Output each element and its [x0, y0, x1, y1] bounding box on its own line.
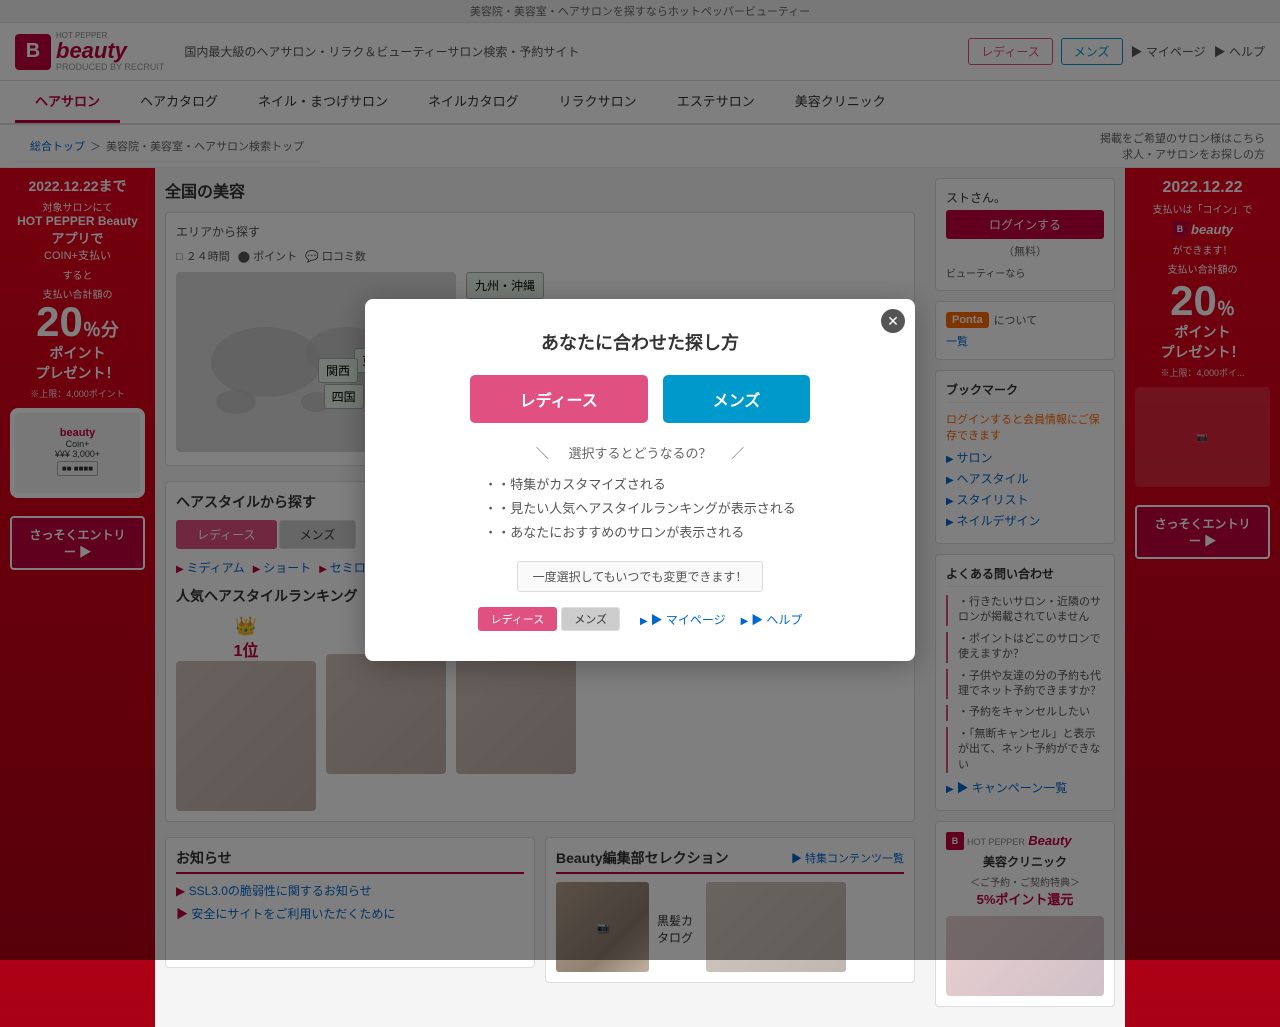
modal-buttons: レディース メンズ — [395, 375, 885, 423]
modal-footer: レディース メンズ ▶ マイページ ▶ ヘルプ — [395, 607, 885, 631]
footer-tab-ladies[interactable]: レディース — [478, 607, 558, 631]
modal-ladies-button[interactable]: レディース — [470, 375, 648, 423]
select-main: 選択するとどうなるの？ — [568, 446, 711, 461]
select-pre: ＼ — [536, 446, 549, 461]
footer-help-link[interactable]: ▶ ヘルプ — [741, 611, 803, 628]
modal-feature-1: ・特集がカスタマイズされる — [484, 474, 796, 493]
modal-mens-button[interactable]: メンズ — [663, 375, 811, 423]
modal-footer-tabs: レディース メンズ — [478, 607, 620, 631]
select-post: ／ — [731, 446, 744, 461]
modal-select-description: ＼ 選択するとどうなるの？ ／ — [395, 443, 885, 462]
footer-mypage-link[interactable]: ▶ マイページ — [640, 611, 726, 628]
modal-feature-2: ・見たい人気ヘアスタイルランキングが表示される — [484, 498, 796, 517]
gender-selection-modal: ✕ あなたに合わせた探し方 レディース メンズ ＼ 選択するとどうなるの？ ／ … — [365, 299, 915, 661]
modal-close-button[interactable]: ✕ — [881, 309, 905, 333]
modal-info-box: 一度選択してもいつでも変更できます！ — [517, 561, 764, 592]
modal-feature-3: ・あなたにおすすめのサロンが表示される — [484, 522, 796, 541]
modal-footer-links: ▶ マイページ ▶ ヘルプ — [640, 611, 802, 628]
modal-overlay[interactable]: ✕ あなたに合わせた探し方 レディース メンズ ＼ 選択するとどうなるの？ ／ … — [0, 0, 1280, 960]
modal-features-list: ・特集がカスタマイズされる ・見たい人気ヘアスタイルランキングが表示される ・あ… — [484, 474, 796, 546]
footer-tab-mens[interactable]: メンズ — [561, 607, 620, 631]
modal-title: あなたに合わせた探し方 — [395, 329, 885, 355]
close-icon: ✕ — [887, 313, 899, 330]
